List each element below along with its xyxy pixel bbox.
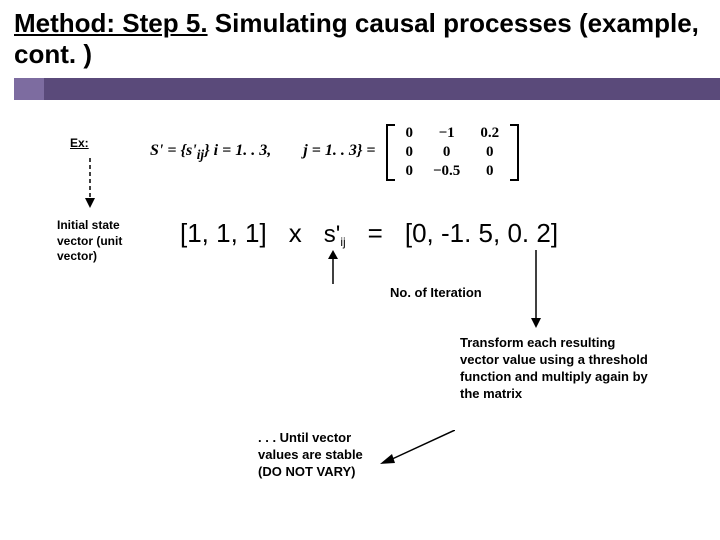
equation-row: [1, 1, 1] x s'ij = [0, -1. 5, 0. 2] xyxy=(180,218,558,249)
bar-main xyxy=(44,78,720,100)
arrow-down-icon xyxy=(529,250,543,328)
matrix-cell: 0 xyxy=(470,162,509,181)
unit-vector: [1, 1, 1] xyxy=(180,218,267,249)
initial-state-label: Initial state vector (unit vector) xyxy=(57,218,157,265)
bar-accent xyxy=(14,78,44,100)
s-prime: s' xyxy=(324,221,341,248)
matrix-cell: 0 xyxy=(396,143,424,162)
matrix-cell: 0 xyxy=(423,143,470,162)
arrow-left-icon xyxy=(380,430,455,470)
matrix-cell: 0.2 xyxy=(470,124,509,143)
formula-definition: S' = {s'ij} i = 1. . 3, j = 1. . 3} = 0 … xyxy=(150,124,519,181)
formula-mid2: j = 1. . 3} = xyxy=(303,142,375,159)
matrix-cell: −0.5 xyxy=(423,162,470,181)
matrix-cell: 0 xyxy=(470,143,509,162)
title-bar xyxy=(0,78,720,100)
formula-sub1: ij xyxy=(197,147,204,162)
formula-mid1: } i = 1. . 3, xyxy=(204,142,271,159)
transform-label: Transform each resulting vector value us… xyxy=(460,335,650,403)
until-stable-label: . . . Until vector values are stable (DO… xyxy=(258,430,378,481)
result-vector: [0, -1. 5, 0. 2] xyxy=(405,218,558,249)
equals-symbol: = xyxy=(368,218,383,249)
matrix-cell: 0 xyxy=(396,162,424,181)
matrix: 0 −1 0.2 0 0 0 0 −0.5 0 xyxy=(386,124,520,181)
dashed-down-arrow-icon xyxy=(82,158,98,208)
matrix-cell: 0 xyxy=(396,124,424,143)
slide-title: Method: Step 5. Simulating causal proces… xyxy=(14,8,706,70)
title-underlined: Method: Step 5. xyxy=(14,8,208,38)
s-sub: ij xyxy=(340,235,345,249)
formula-lhs: S' = {s' xyxy=(150,142,197,159)
s-prime-ij: s'ij xyxy=(324,221,346,249)
example-label: Ex: xyxy=(70,136,89,150)
iteration-label: No. of Iteration xyxy=(390,285,482,300)
arrow-up-icon xyxy=(326,250,340,284)
multiply-symbol: x xyxy=(289,218,302,249)
matrix-cell: −1 xyxy=(423,124,470,143)
